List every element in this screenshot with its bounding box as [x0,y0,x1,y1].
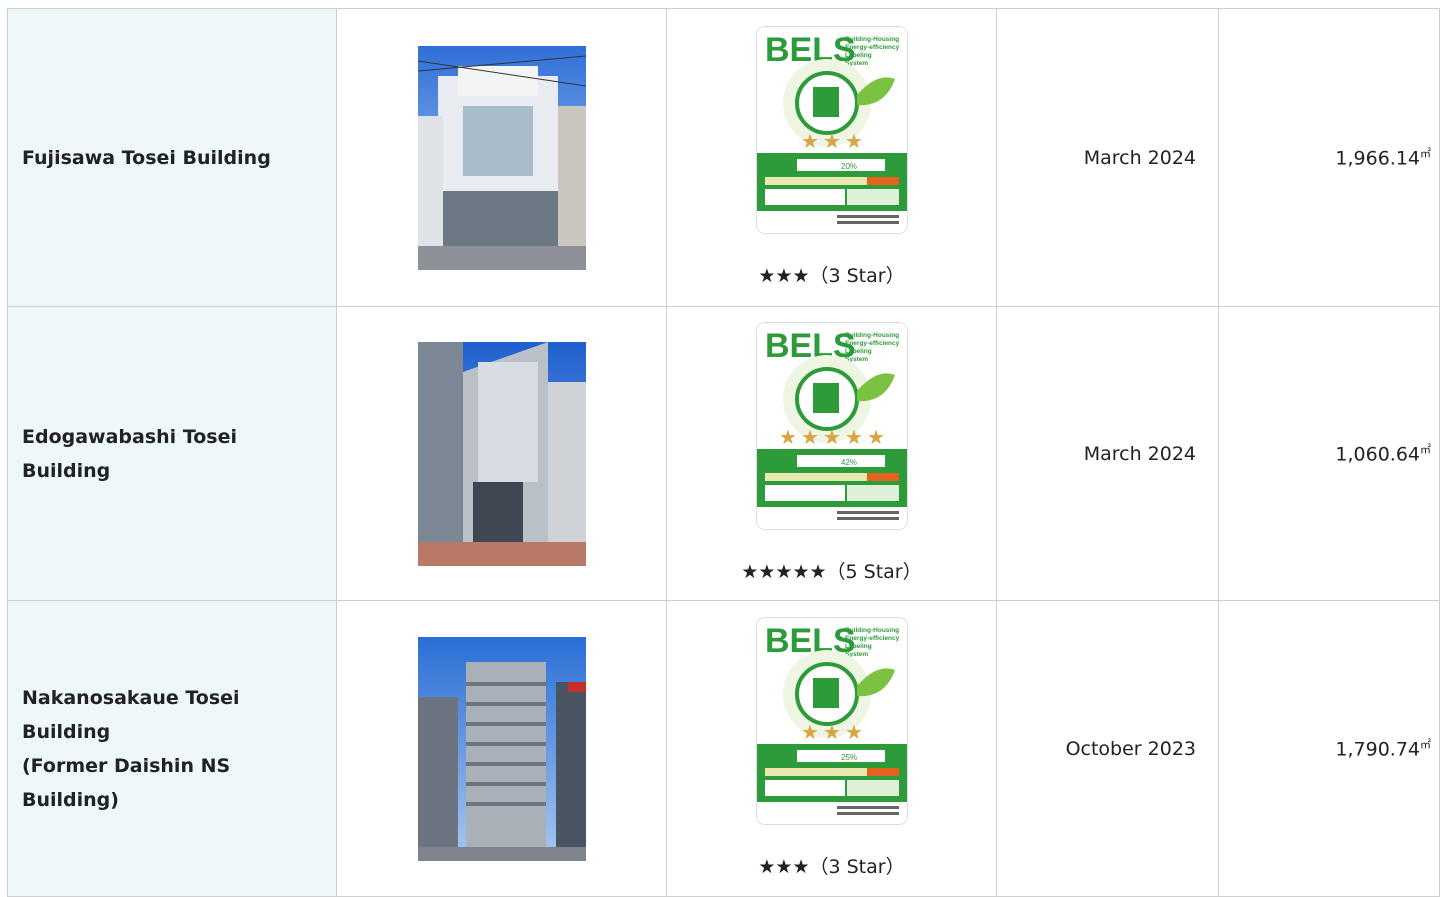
area-unit: ㎡ [1420,147,1431,161]
acquisition-date: March 2024 [996,8,1219,307]
star-rating-text: ★★★★★（5 Star） [741,561,922,583]
floor-area-cell: 1,966.14㎡ [1218,8,1440,307]
bels-label-cell: BELS Building-Housing Energy-efficiency … [666,600,997,897]
bels-label-cell: BELS Building-Housing Energy-efficiency … [666,306,997,601]
star-icon: ★ [867,425,885,449]
building-name-line: (Former Daishin NS [22,754,231,777]
bels-label-image: BELS Building-Housing Energy-efficiency … [756,618,907,824]
star-rating-text: ★★★（3 Star） [758,856,905,878]
svg-text:Labeling: Labeling [845,52,872,59]
rating-stars-graphic: ★ ★ ★ ★ ★ [779,425,885,449]
star-icon: ★ [845,425,863,449]
star-icon: ★ [801,720,819,744]
building-name-line: Building [22,720,111,743]
building-name-cell: Edogawabashi Tosei Building [7,306,337,601]
building-photo-cell [336,8,667,307]
building-photo [417,636,586,861]
table-row: Edogawabashi Tosei Building BELS Buildin… [7,306,1440,601]
floor-area-value: 1,790.74 [1335,738,1420,761]
star-icon: ★ [823,720,841,744]
star-icon: ★ [845,720,863,744]
building-name: Fujisawa Tosei Building [22,146,271,169]
building-photo-cell [336,306,667,601]
floor-area-value: 1,966.14 [1335,147,1420,170]
building-name-cell: Fujisawa Tosei Building [7,8,337,307]
svg-text:Energy-efficiency: Energy-efficiency [845,44,900,51]
building-photo [417,45,586,270]
bels-label-image: BELS Building-Housing Energy-efficiency … [756,27,907,233]
star-icon: ★ [779,425,797,449]
building-photo-cell [336,600,667,897]
area-unit: ㎡ [1420,738,1431,752]
bels-label-cell: BELS Building-Housing Energy-efficiency … [666,8,997,307]
rating-stars-graphic: ★ ★ ★ [801,720,863,744]
building-name-cell: Nakanosakaue Tosei Building (Former Dais… [7,600,337,897]
bels-table: Fujisawa Tosei Building BELS Building-Ho… [7,8,1440,897]
floor-area-cell: 1,060.64㎡ [1218,306,1440,601]
svg-text:20%: 20% [841,162,857,171]
svg-text:25%: 25% [841,753,857,762]
table-row: Fujisawa Tosei Building BELS Building-Ho… [7,8,1440,307]
svg-text:Energy-efficiency: Energy-efficiency [845,340,900,347]
floor-area-cell: 1,790.74㎡ [1218,600,1440,897]
star-icon: ★ [823,425,841,449]
bels-label-image: BELS Building-Housing Energy-efficiency … [756,323,907,529]
svg-text:42%: 42% [841,458,857,467]
svg-text:Building-Housing: Building-Housing [845,332,899,339]
star-icon: ★ [801,129,819,153]
svg-text:Labeling: Labeling [845,348,872,355]
star-icon: ★ [801,425,819,449]
star-icon: ★ [823,129,841,153]
star-icon: ★ [845,129,863,153]
table-row: Nakanosakaue Tosei Building (Former Dais… [7,600,1440,897]
building-name: Edogawabashi Tosei Building [22,425,238,482]
svg-text:Building-Housing: Building-Housing [845,36,899,43]
building-photo [417,341,586,566]
acquisition-date: October 2023 [996,600,1219,897]
rating-stars-graphic: ★ ★ ★ [801,129,863,153]
svg-text:Energy-efficiency: Energy-efficiency [845,635,900,642]
svg-text:Labeling: Labeling [845,643,872,650]
acquisition-date: March 2024 [996,306,1219,601]
star-rating-text: ★★★（3 Star） [758,265,905,287]
area-unit: ㎡ [1420,443,1431,457]
svg-text:Building-Housing: Building-Housing [845,627,899,634]
floor-area-value: 1,060.64 [1335,443,1420,466]
building-name-line: Nakanosakaue Tosei [22,686,240,709]
building-name-line: Building) [22,788,119,811]
